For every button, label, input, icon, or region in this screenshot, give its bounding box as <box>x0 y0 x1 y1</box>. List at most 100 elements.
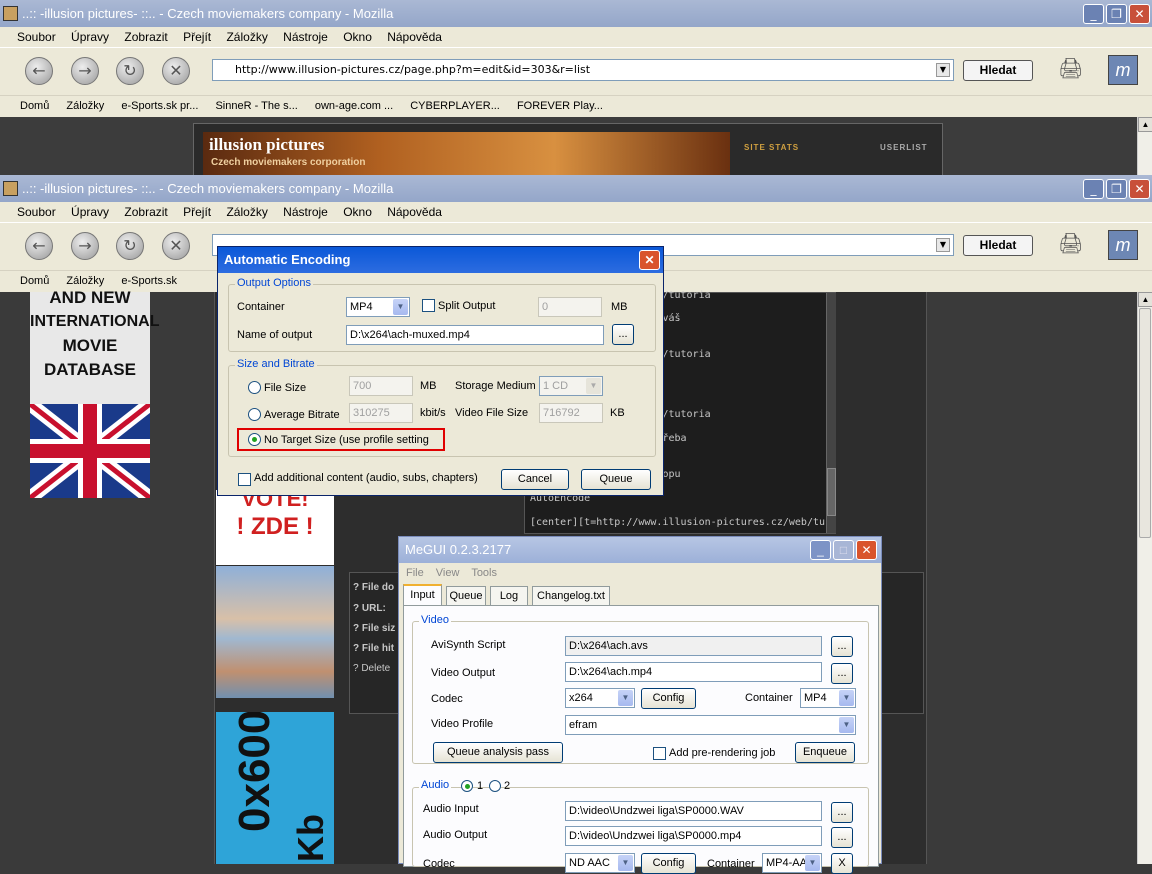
audio-track-2-radio[interactable] <box>489 780 501 792</box>
browse-output-button[interactable]: ... <box>612 324 634 345</box>
close-button[interactable]: ✕ <box>1129 179 1150 199</box>
back-window-titlebar[interactable]: ..:: -illusion pictures- ::.. - Czech mo… <box>0 0 1152 27</box>
video-config-button[interactable]: Config <box>641 688 696 709</box>
reload-icon[interactable]: ↻ <box>116 232 144 260</box>
audio-output-field[interactable]: D:\video\Undzwei liga\SP0000.mp4 <box>565 826 822 846</box>
search-button[interactable]: Hledat <box>963 235 1033 256</box>
split-output-checkbox[interactable] <box>422 299 435 312</box>
back-scrollbar[interactable]: ▲ <box>1137 117 1152 177</box>
bookmark-sinner[interactable]: SinneR - The s... <box>215 100 297 112</box>
codec-select[interactable]: x264 ▼ <box>565 688 635 708</box>
close-button[interactable]: ✕ <box>1129 4 1150 24</box>
imdb-banner[interactable]: AND NEW INTERNATIONAL MOVIE DATABASE <box>30 288 159 404</box>
dialog-titlebar[interactable]: Automatic Encoding ✕ <box>218 247 663 273</box>
video-output-input[interactable]: D:\x264\ach.mp4 <box>565 662 822 682</box>
menu-soubor[interactable]: Soubor <box>17 205 56 219</box>
tab-queue[interactable]: Queue <box>446 586 486 606</box>
add-content-checkbox[interactable] <box>238 473 251 486</box>
menu-upravy[interactable]: Úpravy <box>71 205 109 219</box>
back-icon[interactable]: ← <box>25 232 53 260</box>
menu-tools[interactable]: Tools <box>471 567 497 579</box>
menu-okno[interactable]: Okno <box>343 205 372 219</box>
enqueue-button[interactable]: Enqueue <box>795 742 855 763</box>
stop-icon[interactable]: ✕ <box>162 232 190 260</box>
url-dropdown-icon[interactable]: ▼ <box>936 63 950 77</box>
menu-prejit[interactable]: Přejít <box>183 30 211 44</box>
restore-button[interactable]: ❐ <box>1106 4 1127 24</box>
restore-button[interactable]: ❐ <box>1106 179 1127 199</box>
textarea-scrollbar[interactable] <box>826 293 836 533</box>
menu-prejit[interactable]: Přejít <box>183 205 211 219</box>
browse-audio-input-button[interactable]: ... <box>831 802 853 823</box>
queue-button[interactable]: Queue <box>581 469 651 490</box>
split-size-input[interactable]: 0 <box>538 297 602 317</box>
file-size-input[interactable]: 700 <box>349 376 413 396</box>
back-icon[interactable]: ← <box>25 57 53 85</box>
menu-nastroje[interactable]: Nástroje <box>283 30 328 44</box>
url-input[interactable]: http://www.illusion-pictures.cz/page.php… <box>212 59 954 81</box>
menu-zobrazit[interactable]: Zobrazit <box>124 30 167 44</box>
bookmark-folder[interactable]: Záložky <box>66 100 104 112</box>
tab-input[interactable]: Input <box>403 584 442 606</box>
menu-file[interactable]: File <box>406 567 424 579</box>
browse-video-output-button[interactable]: ... <box>831 663 853 684</box>
menu-view[interactable]: View <box>436 567 460 579</box>
bookmark-esports[interactable]: e-Sports.sk pr... <box>121 100 198 112</box>
scroll-thumb[interactable] <box>1139 308 1151 538</box>
print-icon[interactable]: 🖨 <box>1058 56 1088 84</box>
menu-soubor[interactable]: Soubor <box>17 30 56 44</box>
front-window-titlebar[interactable]: ..:: -illusion pictures- ::.. - Czech mo… <box>0 175 1152 202</box>
reload-icon[interactable]: ↻ <box>116 57 144 85</box>
forward-icon[interactable]: → <box>71 57 99 85</box>
avisynth-input[interactable]: D:\x264\ach.avs <box>565 636 822 656</box>
close-icon[interactable]: ✕ <box>639 250 660 270</box>
name-of-output-input[interactable]: D:\x264\ach-muxed.mp4 <box>346 325 604 345</box>
bookmark-home[interactable]: Domů <box>20 100 49 112</box>
forward-icon[interactable]: → <box>71 232 99 260</box>
menu-okno[interactable]: Okno <box>343 30 372 44</box>
file-size-radio[interactable] <box>248 381 261 394</box>
tab-changelog[interactable]: Changelog.txt <box>532 586 610 606</box>
scroll-up-icon[interactable]: ▲ <box>1138 292 1152 307</box>
audio-track-1-radio[interactable] <box>461 780 473 792</box>
menu-upravy[interactable]: Úpravy <box>71 30 109 44</box>
bitrate-input[interactable]: 310275 <box>349 403 413 423</box>
bookmark-cyberplayer[interactable]: CYBERPLAYER... <box>410 100 500 112</box>
menu-zobrazit[interactable]: Zobrazit <box>124 205 167 219</box>
textarea-scroll-thumb[interactable] <box>827 468 836 516</box>
no-target-size-radio[interactable] <box>248 433 261 446</box>
bookmark-forever[interactable]: FOREVER Play... <box>517 100 603 112</box>
container-select[interactable]: MP4 ▼ <box>800 688 856 708</box>
megui-titlebar[interactable]: MeGUI 0.2.3.2177 _ □ ✕ <box>399 537 881 563</box>
ad-banner[interactable]: 0x600 Kb <box>216 712 334 864</box>
video-file-size-input[interactable]: 716792 <box>539 403 603 423</box>
minimize-icon[interactable]: _ <box>810 540 831 560</box>
search-button[interactable]: Hledat <box>963 60 1033 81</box>
cancel-button[interactable]: Cancel <box>501 469 569 490</box>
close-icon[interactable]: ✕ <box>856 540 877 560</box>
stop-icon[interactable]: ✕ <box>162 57 190 85</box>
minimize-button[interactable]: _ <box>1083 4 1104 24</box>
scroll-up-icon[interactable]: ▲ <box>1138 117 1152 132</box>
vote-banner[interactable]: VOTE! ! ZDE ! <box>216 488 334 565</box>
menu-zalozky[interactable]: Záložky <box>226 205 267 219</box>
average-bitrate-radio[interactable] <box>248 408 261 421</box>
minimize-button[interactable]: _ <box>1083 179 1104 199</box>
menu-napoveda[interactable]: Nápověda <box>387 205 442 219</box>
menu-zalozky[interactable]: Záložky <box>226 30 267 44</box>
container-select[interactable]: MP4 ▼ <box>346 297 410 317</box>
browse-audio-output-button[interactable]: ... <box>831 827 853 848</box>
storage-medium-select[interactable]: 1 CD ▼ <box>539 376 603 396</box>
browse-avisynth-button[interactable]: ... <box>831 636 853 657</box>
add-prerender-checkbox[interactable] <box>653 747 666 760</box>
maximize-icon[interactable]: □ <box>833 540 854 560</box>
tab-log[interactable]: Log <box>490 586 528 606</box>
front-scrollbar[interactable]: ▲ <box>1137 292 1152 864</box>
video-profile-select[interactable]: efram ▼ <box>565 715 856 735</box>
queue-analysis-button[interactable]: Queue analysis pass <box>433 742 563 763</box>
print-icon[interactable]: 🖨 <box>1058 231 1088 259</box>
menu-napoveda[interactable]: Nápověda <box>387 30 442 44</box>
audio-container-select[interactable]: MP4-AA ▼ <box>762 853 822 873</box>
menu-nastroje[interactable]: Nástroje <box>283 205 328 219</box>
audio-input-field[interactable]: D:\video\Undzwei liga\SP0000.WAV <box>565 801 822 821</box>
